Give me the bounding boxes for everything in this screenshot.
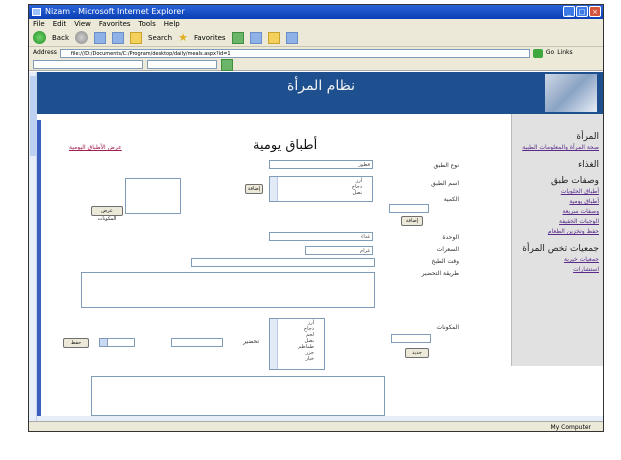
- sidebar-link[interactable]: جمعيات خيرية: [516, 256, 599, 264]
- sidebar-link[interactable]: صحة المرأة والمعلومات الطبية: [516, 144, 599, 152]
- address-label: Address: [33, 49, 57, 56]
- new-button[interactable]: جديد: [405, 348, 429, 358]
- links-label[interactable]: Links: [557, 47, 572, 59]
- save-button[interactable]: حفظ: [63, 338, 89, 348]
- preparation-label: تحضير: [243, 338, 259, 345]
- close-button[interactable]: ×: [589, 6, 601, 17]
- media-icon[interactable]: [231, 31, 244, 44]
- ie-icon: [32, 8, 41, 16]
- ingredients-label: المكونات: [436, 324, 459, 331]
- scrollbar-thumb[interactable]: [30, 76, 36, 156]
- sidebar-link[interactable]: وصفات سريعة: [516, 208, 599, 216]
- sidebar-link[interactable]: حفظ وتخزين الطعام: [516, 228, 599, 236]
- list-item[interactable]: بصل: [272, 190, 362, 196]
- title-bar: Nizam - Microsoft Internet Explorer _ □ …: [29, 5, 603, 19]
- maximize-button[interactable]: □: [576, 6, 588, 17]
- stop-icon[interactable]: [94, 31, 106, 44]
- ingredient-qty-input[interactable]: [391, 334, 431, 343]
- sidebar-link[interactable]: استشارات: [516, 266, 599, 274]
- view-daily-link[interactable]: عرض الأطباق اليومية: [69, 144, 122, 151]
- page-title: أطباق يومية: [253, 138, 318, 153]
- show-ingredients-button[interactable]: عرض المكونات: [91, 206, 123, 222]
- print-icon[interactable]: [285, 31, 298, 44]
- menu-edit[interactable]: Edit: [53, 19, 67, 29]
- go-icon[interactable]: [532, 48, 543, 58]
- security-zone: My Computer: [550, 424, 591, 431]
- ingredients-textarea[interactable]: [125, 178, 181, 214]
- search-label[interactable]: Search: [148, 34, 172, 42]
- method-label: طريقة التحضير: [421, 270, 459, 277]
- menu-help[interactable]: Help: [164, 19, 180, 29]
- menu-file[interactable]: File: [33, 19, 45, 29]
- sidebar: المرأة صحة المرأة والمعلومات الطبية الغذ…: [511, 114, 603, 366]
- toolbar: Back Search ★ Favorites: [29, 29, 603, 47]
- items-listbox[interactable]: أرز دجاج لحم بصل طماطم جزر خيار: [269, 318, 325, 370]
- menu-tools[interactable]: Tools: [139, 19, 156, 29]
- unit-label: الوحدة: [442, 234, 459, 241]
- extra-toolbar: [29, 58, 603, 71]
- sidebar-section-title: الغذاء: [577, 160, 599, 170]
- forward-icon[interactable]: [75, 31, 88, 44]
- back-label[interactable]: Back: [52, 34, 69, 42]
- home-icon[interactable]: [130, 31, 142, 44]
- meal-select[interactable]: غداء: [269, 232, 373, 241]
- window-title: Nizam - Microsoft Internet Explorer: [45, 7, 185, 16]
- vertical-scrollbar[interactable]: [29, 72, 37, 421]
- sidebar-section-title: المرأة: [576, 132, 599, 142]
- go-label[interactable]: Go: [546, 47, 554, 59]
- add-button[interactable]: إضافة: [245, 184, 263, 194]
- add-quantity-button[interactable]: إضافة: [401, 216, 423, 226]
- refresh-icon[interactable]: [112, 31, 124, 44]
- mail-icon[interactable]: [267, 31, 280, 44]
- unit-select[interactable]: غرام: [305, 246, 373, 255]
- page-content: نظام المرأة المرأة صحة المرأة والمعلومات…: [29, 72, 603, 421]
- address-input[interactable]: file:///D:/Documents/C:/Program/desktop/…: [59, 48, 530, 58]
- left-border-strip: [37, 120, 41, 416]
- status-bar: My Computer: [29, 421, 603, 431]
- sidebar-link[interactable]: أطباق يومية: [516, 198, 599, 206]
- browser-window: Nizam - Microsoft Internet Explorer _ □ …: [28, 4, 604, 432]
- address-bar: Address file:///D:/Documents/C:/Program/…: [29, 47, 603, 59]
- cook-time-label: وقت الطبخ: [431, 258, 459, 265]
- sidebar-link[interactable]: الوجبات الخفيفة: [516, 218, 599, 226]
- site-title: نظام المرأة: [287, 78, 355, 94]
- sidebar-section-title: وصفات طبق: [550, 176, 599, 186]
- back-icon[interactable]: [33, 31, 46, 44]
- preparation-input[interactable]: [171, 338, 223, 347]
- dish-type-select[interactable]: فطور: [269, 160, 373, 169]
- menu-view[interactable]: View: [74, 19, 91, 29]
- favorites-icon[interactable]: ★: [178, 31, 188, 44]
- window-controls: _ □ ×: [563, 6, 601, 17]
- menu-bar: File Edit View Favorites Tools Help: [29, 19, 603, 29]
- toolbar-dropdown[interactable]: [147, 60, 217, 69]
- history-icon[interactable]: [249, 31, 262, 44]
- dish-name-label: اسم الطبق: [431, 180, 459, 187]
- header-logo: [545, 74, 597, 112]
- notes-textarea[interactable]: [91, 376, 385, 416]
- toolbar-extra-icon[interactable]: [221, 58, 233, 71]
- toolbar-search-input[interactable]: [33, 60, 143, 69]
- sidebar-section-title: جمعيات تخص المرأة: [522, 244, 599, 254]
- method-textarea[interactable]: [81, 272, 375, 308]
- sidebar-link[interactable]: أطباق الحلويات: [516, 188, 599, 196]
- list-item[interactable]: خيار: [272, 356, 314, 362]
- preparation-select[interactable]: [99, 338, 135, 347]
- favorites-label[interactable]: Favorites: [194, 34, 226, 42]
- ingredients-listbox[interactable]: أرز دجاج بصل: [269, 176, 373, 202]
- dish-type-label: نوع الطبق: [433, 162, 460, 169]
- calories-label: السعرات: [436, 246, 459, 253]
- quantity-label: الكمية: [443, 196, 459, 203]
- minimize-button[interactable]: _: [563, 6, 575, 17]
- page-header: نظام المرأة: [37, 72, 603, 114]
- quantity-input[interactable]: [389, 204, 429, 213]
- menu-favorites[interactable]: Favorites: [99, 19, 131, 29]
- cook-time-input[interactable]: [191, 258, 375, 267]
